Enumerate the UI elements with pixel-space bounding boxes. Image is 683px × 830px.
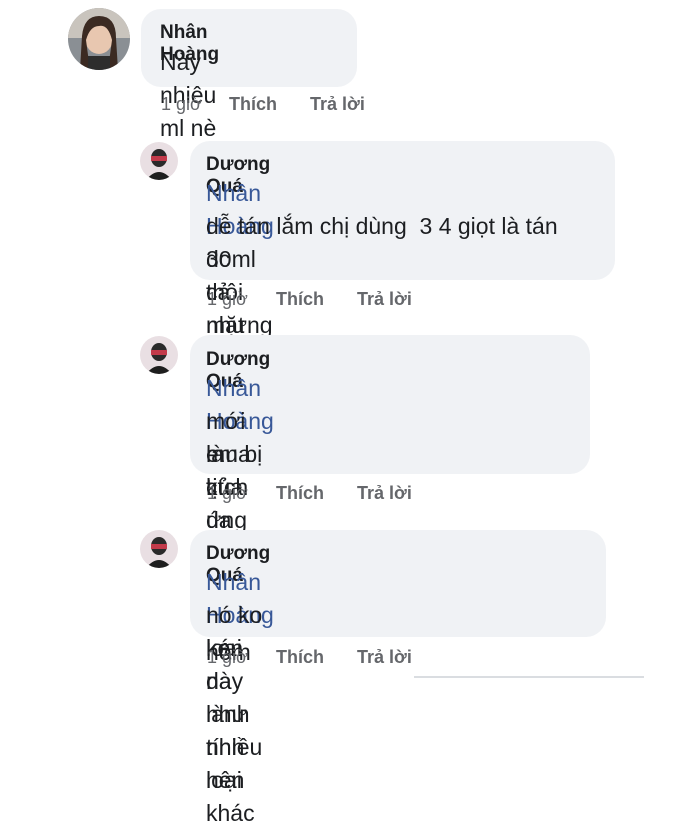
comment-time[interactable]: 1 giờ bbox=[207, 483, 248, 504]
comment-time[interactable]: 1 giờ bbox=[207, 289, 248, 310]
like-button[interactable]: Thích bbox=[276, 483, 324, 504]
comment-time[interactable]: 1 giờ bbox=[161, 94, 202, 115]
avatar-photo-icon bbox=[140, 336, 178, 374]
comment-time[interactable]: 1 giờ bbox=[207, 647, 248, 668]
like-button[interactable]: Thích bbox=[276, 289, 324, 310]
like-button[interactable]: Thích bbox=[276, 647, 324, 668]
comment-text-line: nó ko kén da như nhiều loại khác bbox=[206, 602, 263, 826]
comment-text-line: dễ tán lắm chị dùng 3 4 giọt là tán bbox=[206, 213, 558, 239]
avatar[interactable] bbox=[140, 142, 178, 180]
reply-button[interactable]: Trả lời bbox=[357, 647, 412, 668]
reply-button[interactable]: Trả lời bbox=[357, 289, 412, 310]
like-button[interactable]: Thích bbox=[229, 94, 277, 115]
reply-button[interactable]: Trả lời bbox=[357, 483, 412, 504]
divider bbox=[414, 676, 644, 678]
avatar[interactable] bbox=[140, 336, 178, 374]
avatar-photo-icon bbox=[140, 142, 178, 180]
avatar[interactable] bbox=[68, 8, 130, 70]
avatar-photo-icon bbox=[140, 530, 178, 568]
avatar[interactable] bbox=[140, 530, 178, 568]
avatar-photo-icon bbox=[68, 8, 130, 70]
reply-button[interactable]: Trả lời bbox=[310, 94, 365, 115]
